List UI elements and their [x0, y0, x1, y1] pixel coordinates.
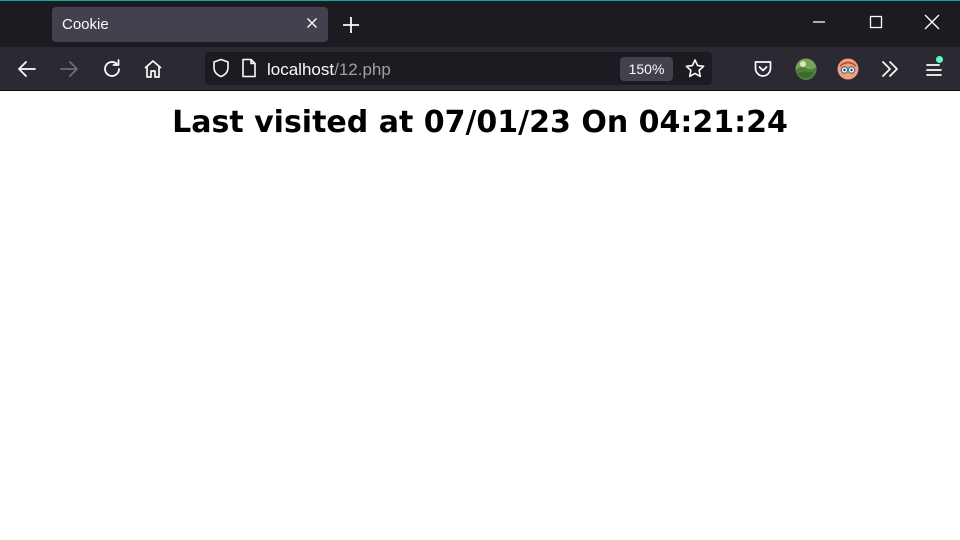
maximize-window-icon[interactable] [865, 11, 887, 33]
forward-arrow-icon[interactable] [57, 57, 81, 81]
url-path: /12.php [334, 60, 391, 79]
home-icon[interactable] [141, 57, 165, 81]
address-bar[interactable]: localhost/12.php 150% [205, 52, 712, 85]
tab-title: Cookie [62, 16, 109, 33]
tracking-protection-shield-icon[interactable] [210, 57, 232, 79]
page-content: Last visited at 07/01/23 On 04:21:24 [0, 91, 960, 540]
page-heading: Last visited at 07/01/23 On 04:21:24 [172, 105, 788, 140]
browser-window: Cookie localhost/12.php 150% Last visite… [0, 0, 960, 540]
new-tab-plus-icon[interactable] [341, 15, 361, 35]
url-host: localhost [267, 60, 335, 79]
chevron-double-right-icon[interactable] [878, 57, 902, 81]
url-text[interactable]: localhost/12.php [267, 60, 391, 80]
tab-close-icon[interactable] [304, 15, 320, 31]
minimize-window-icon[interactable] [808, 11, 830, 33]
navigation-toolbar: localhost/12.php 150% [0, 47, 960, 91]
pocket-icon[interactable] [751, 57, 775, 81]
tab-cookie[interactable]: Cookie [52, 7, 328, 42]
reload-icon[interactable] [100, 57, 124, 81]
update-status-dot [936, 56, 943, 63]
zoom-level-badge[interactable]: 150% [620, 57, 673, 81]
close-window-icon[interactable] [921, 11, 943, 33]
extension-avatar-icon[interactable] [795, 58, 817, 80]
back-arrow-icon[interactable] [15, 57, 39, 81]
profile-avatar-icon[interactable] [837, 58, 859, 80]
page-info-document-icon[interactable] [239, 57, 259, 79]
bookmark-star-icon[interactable] [683, 57, 707, 81]
tab-strip: Cookie [0, 0, 960, 47]
